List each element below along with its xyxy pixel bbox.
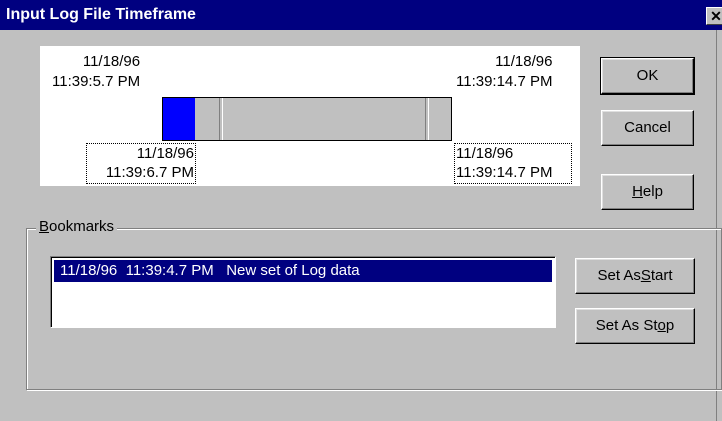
slider-start-handle[interactable] bbox=[219, 98, 223, 140]
log-start-time: 11:39:5.7 PM bbox=[52, 73, 141, 90]
set-start-suffix: tart bbox=[650, 267, 673, 284]
selection-start-marker[interactable] bbox=[163, 98, 195, 140]
timeline-panel: 11/18/96 11:39:5.7 PM 11/18/96 11:39:14.… bbox=[40, 46, 580, 186]
log-start-label: 11/18/96 11:39:5.7 PM bbox=[52, 52, 140, 92]
selection-end-time: 11:39:14.7 PM bbox=[456, 164, 553, 181]
log-end-time: 11:39:14.7 PM bbox=[456, 73, 553, 90]
selection-start-label: 11/18/96 11:39:6.7 PM bbox=[86, 143, 196, 184]
set-stop-mnemonic: o bbox=[657, 317, 666, 334]
help-button[interactable]: Help bbox=[601, 174, 694, 210]
bookmarks-mnemonic: B bbox=[39, 218, 50, 235]
bookmarks-group-label: Bookmarks bbox=[36, 218, 118, 236]
help-label: Help bbox=[632, 175, 663, 209]
help-label-mnemonic: H bbox=[632, 183, 643, 200]
set-start-mnemonic: S bbox=[640, 267, 651, 284]
selection-end-label: 11/18/96 11:39:14.7 PM bbox=[454, 143, 572, 184]
cancel-button[interactable]: Cancel bbox=[601, 110, 694, 146]
title-bar[interactable]: Input Log File Timeframe ✕ bbox=[0, 0, 722, 30]
selection-start-time: 11:39:6.7 PM bbox=[105, 164, 194, 181]
set-as-start-button[interactable]: Set As Start bbox=[575, 258, 695, 294]
list-item[interactable]: 11/18/96 11:39:4.7 PM New set of Log dat… bbox=[54, 260, 552, 282]
window-title: Input Log File Timeframe bbox=[6, 6, 196, 23]
close-icon: ✕ bbox=[710, 8, 722, 24]
selection-end-date: 11/18/96 bbox=[456, 145, 514, 162]
help-label-suffix: elp bbox=[642, 183, 663, 200]
cancel-label: Cancel bbox=[624, 119, 671, 136]
log-end-label: 11/18/96 11:39:14.7 PM bbox=[456, 52, 552, 92]
set-as-stop-button[interactable]: Set As Stop bbox=[575, 308, 695, 344]
timeframe-slider[interactable] bbox=[162, 97, 452, 141]
bookmarks-list[interactable]: 11/18/96 11:39:4.7 PM New set of Log dat… bbox=[50, 256, 556, 328]
ok-label: OK bbox=[636, 67, 659, 84]
slider-end-handle[interactable] bbox=[425, 98, 429, 140]
set-as-stop-label: Set As Stop bbox=[596, 309, 674, 343]
set-start-prefix: Set As bbox=[597, 267, 641, 284]
selection-start-date: 11/18/96 bbox=[136, 145, 194, 162]
ok-button[interactable]: OK bbox=[600, 57, 695, 95]
log-end-date: 11/18/96 bbox=[495, 53, 553, 70]
set-as-start-label: Set As Start bbox=[597, 259, 672, 293]
close-button[interactable]: ✕ bbox=[706, 7, 722, 25]
set-stop-prefix: Set As St bbox=[595, 317, 658, 334]
log-start-date: 11/18/96 bbox=[82, 53, 141, 70]
set-stop-suffix: p bbox=[665, 317, 675, 334]
bookmarks-label-rest: ookmarks bbox=[49, 218, 115, 235]
